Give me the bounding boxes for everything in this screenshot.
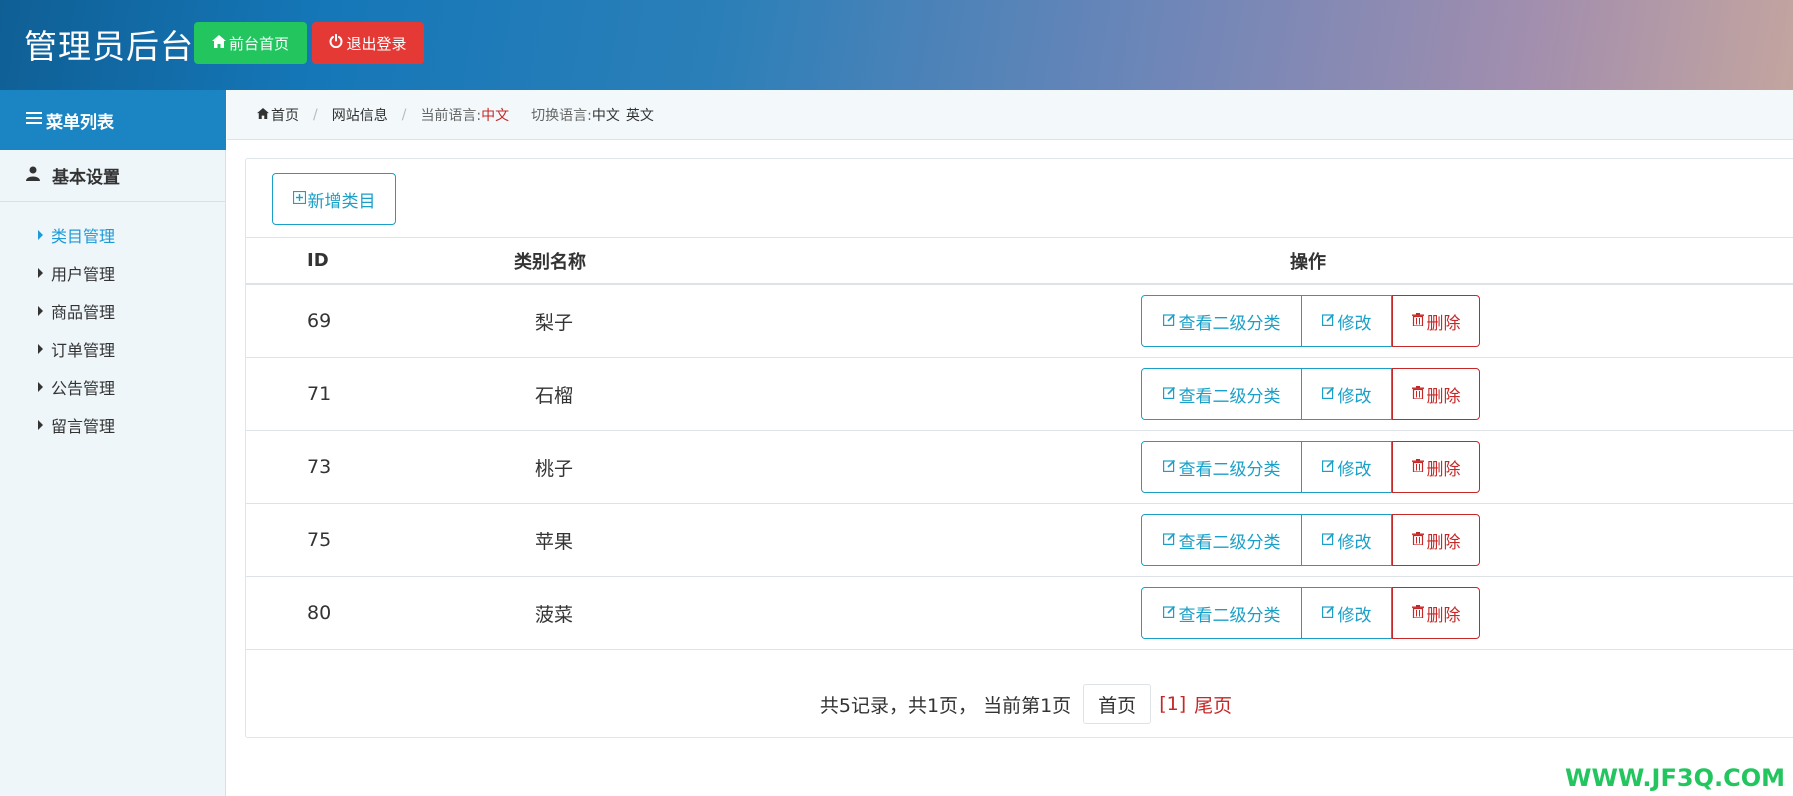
edit-button[interactable]: 修改 <box>1302 514 1392 566</box>
edit-icon <box>1162 603 1176 623</box>
trash-icon <box>1411 603 1424 623</box>
delete-button[interactable]: 删除 <box>1392 514 1480 566</box>
cell-name: 桃子 <box>535 457 574 480</box>
row-actions: 查看二级分类 修改 删除 <box>1141 441 1480 493</box>
row-actions: 查看二级分类 修改 删除 <box>1141 295 1480 347</box>
edit-icon <box>1321 384 1335 404</box>
table-row: 73 桃子 查看二级分类 修改 删除 <box>246 431 1793 504</box>
breadcrumb: 首页 / 网站信息 / 当前语言: 中文 切换语言: 中文 英文 <box>227 90 1793 140</box>
delete-button[interactable]: 删除 <box>1392 295 1480 347</box>
current-language-value: 中文 <box>481 107 510 124</box>
trash-icon <box>1411 384 1424 404</box>
edit-icon <box>1321 457 1335 477</box>
edit-button[interactable]: 修改 <box>1302 368 1392 420</box>
cell-name: 菠菜 <box>535 603 574 626</box>
edit-button[interactable]: 修改 <box>1302 587 1392 639</box>
trash-icon <box>1411 530 1424 550</box>
sidebar-item-products[interactable]: 商品管理 <box>0 292 225 330</box>
edit-button[interactable]: 修改 <box>1302 441 1392 493</box>
switch-language-label: 切换语言: <box>531 107 592 124</box>
edit-icon <box>1162 311 1176 331</box>
switch-language-en[interactable]: 英文 <box>626 105 654 125</box>
table-header: ID 类别名称 操作 <box>246 237 1793 285</box>
cell-name: 石榴 <box>535 384 574 407</box>
caret-right-icon <box>38 420 43 430</box>
cell-name: 梨子 <box>535 311 574 334</box>
cell-id: 80 <box>307 602 332 624</box>
trash-icon <box>1411 311 1424 331</box>
view-subcategory-button[interactable]: 查看二级分类 <box>1141 441 1302 493</box>
front-home-button[interactable]: 前台首页 <box>194 22 307 64</box>
delete-button[interactable]: 删除 <box>1392 441 1480 493</box>
user-icon <box>26 166 40 186</box>
add-category-button[interactable]: 新增类目 <box>272 173 396 225</box>
view-subcategory-button[interactable]: 查看二级分类 <box>1141 587 1302 639</box>
trash-icon <box>1411 457 1424 477</box>
edit-icon <box>1321 530 1335 550</box>
cell-name: 苹果 <box>535 530 574 553</box>
plus-square-icon <box>292 189 306 209</box>
cell-id: 75 <box>307 529 332 551</box>
breadcrumb-site-info[interactable]: 网站信息 <box>332 105 388 125</box>
app-title: 管理员后台 <box>24 27 194 66</box>
caret-right-icon <box>38 268 43 278</box>
watermark: WWW.JF3Q.COM <box>1564 764 1785 792</box>
top-header: 管理员后台 前台首页 退出登录 <box>0 0 1793 90</box>
row-actions: 查看二级分类 修改 删除 <box>1141 368 1480 420</box>
caret-right-icon <box>38 306 43 316</box>
column-header-name: 类别名称 <box>514 251 586 273</box>
breadcrumb-home[interactable]: 首页 <box>257 105 299 125</box>
sidebar-group-basic-settings[interactable]: 基本设置 <box>0 150 225 202</box>
cell-id: 71 <box>307 383 332 405</box>
sidebar-item-orders[interactable]: 订单管理 <box>0 330 225 368</box>
table-row: 69 梨子 查看二级分类 修改 删除 <box>246 285 1793 358</box>
table-row: 75 苹果 查看二级分类 修改 删除 <box>246 504 1793 577</box>
power-icon <box>329 33 343 52</box>
edit-icon <box>1321 311 1335 331</box>
breadcrumb-separator: / <box>313 106 318 123</box>
current-language-label: 当前语言: <box>420 107 482 124</box>
row-actions: 查看二级分类 修改 删除 <box>1141 514 1480 566</box>
breadcrumb-separator: / <box>401 106 407 123</box>
sidebar-item-notices[interactable]: 公告管理 <box>0 368 225 406</box>
home-icon <box>257 107 269 123</box>
pagination-current[interactable]: [1] <box>1159 693 1186 715</box>
pagination-info: 共5记录，共1页， 当前第1页 <box>819 694 1072 717</box>
view-subcategory-button[interactable]: 查看二级分类 <box>1141 368 1302 420</box>
column-header-id: ID <box>307 250 329 271</box>
table-row: 80 菠菜 查看二级分类 修改 删除 <box>246 577 1793 650</box>
sidebar-item-messages[interactable]: 留言管理 <box>0 406 225 444</box>
category-table: ID 类别名称 操作 69 梨子 查看二级分类 修改 删除 71 石榴 查看二级… <box>246 237 1793 650</box>
cell-id: 73 <box>307 456 332 478</box>
cell-id: 69 <box>307 310 332 332</box>
home-icon <box>211 34 226 52</box>
list-icon <box>26 110 42 130</box>
row-actions: 查看二级分类 修改 删除 <box>1141 587 1480 639</box>
edit-icon <box>1162 530 1176 550</box>
sidebar-title: 菜单列表 <box>0 90 226 150</box>
caret-right-icon <box>38 382 43 392</box>
delete-button[interactable]: 删除 <box>1392 368 1480 420</box>
sidebar-item-users[interactable]: 用户管理 <box>0 254 225 292</box>
pagination: 共5记录，共1页， 当前第1页 首页 [1] 尾页 <box>246 684 1793 724</box>
sidebar-item-category[interactable]: 类目管理 <box>0 216 225 254</box>
content-panel: 新增类目 ID 类别名称 操作 69 梨子 查看二级分类 修改 删除 71 石榴 <box>245 158 1793 738</box>
sidebar: 菜单列表 基本设置 类目管理 用户管理 商品管理 订单管理 公告管理 留言管理 <box>0 90 226 796</box>
view-subcategory-button[interactable]: 查看二级分类 <box>1141 514 1302 566</box>
caret-right-icon <box>38 230 43 240</box>
view-subcategory-button[interactable]: 查看二级分类 <box>1141 295 1302 347</box>
table-row: 71 石榴 查看二级分类 修改 删除 <box>246 358 1793 431</box>
column-header-ops: 操作 <box>1290 251 1326 273</box>
edit-icon <box>1162 457 1176 477</box>
pagination-last[interactable]: 尾页 <box>1194 691 1232 718</box>
edit-icon <box>1162 384 1176 404</box>
edit-button[interactable]: 修改 <box>1302 295 1392 347</box>
delete-button[interactable]: 删除 <box>1392 587 1480 639</box>
edit-icon <box>1321 603 1335 623</box>
caret-right-icon <box>38 344 43 354</box>
logout-button[interactable]: 退出登录 <box>312 22 424 64</box>
pagination-first[interactable]: 首页 <box>1083 684 1152 724</box>
switch-language-zh[interactable]: 中文 <box>592 105 620 125</box>
